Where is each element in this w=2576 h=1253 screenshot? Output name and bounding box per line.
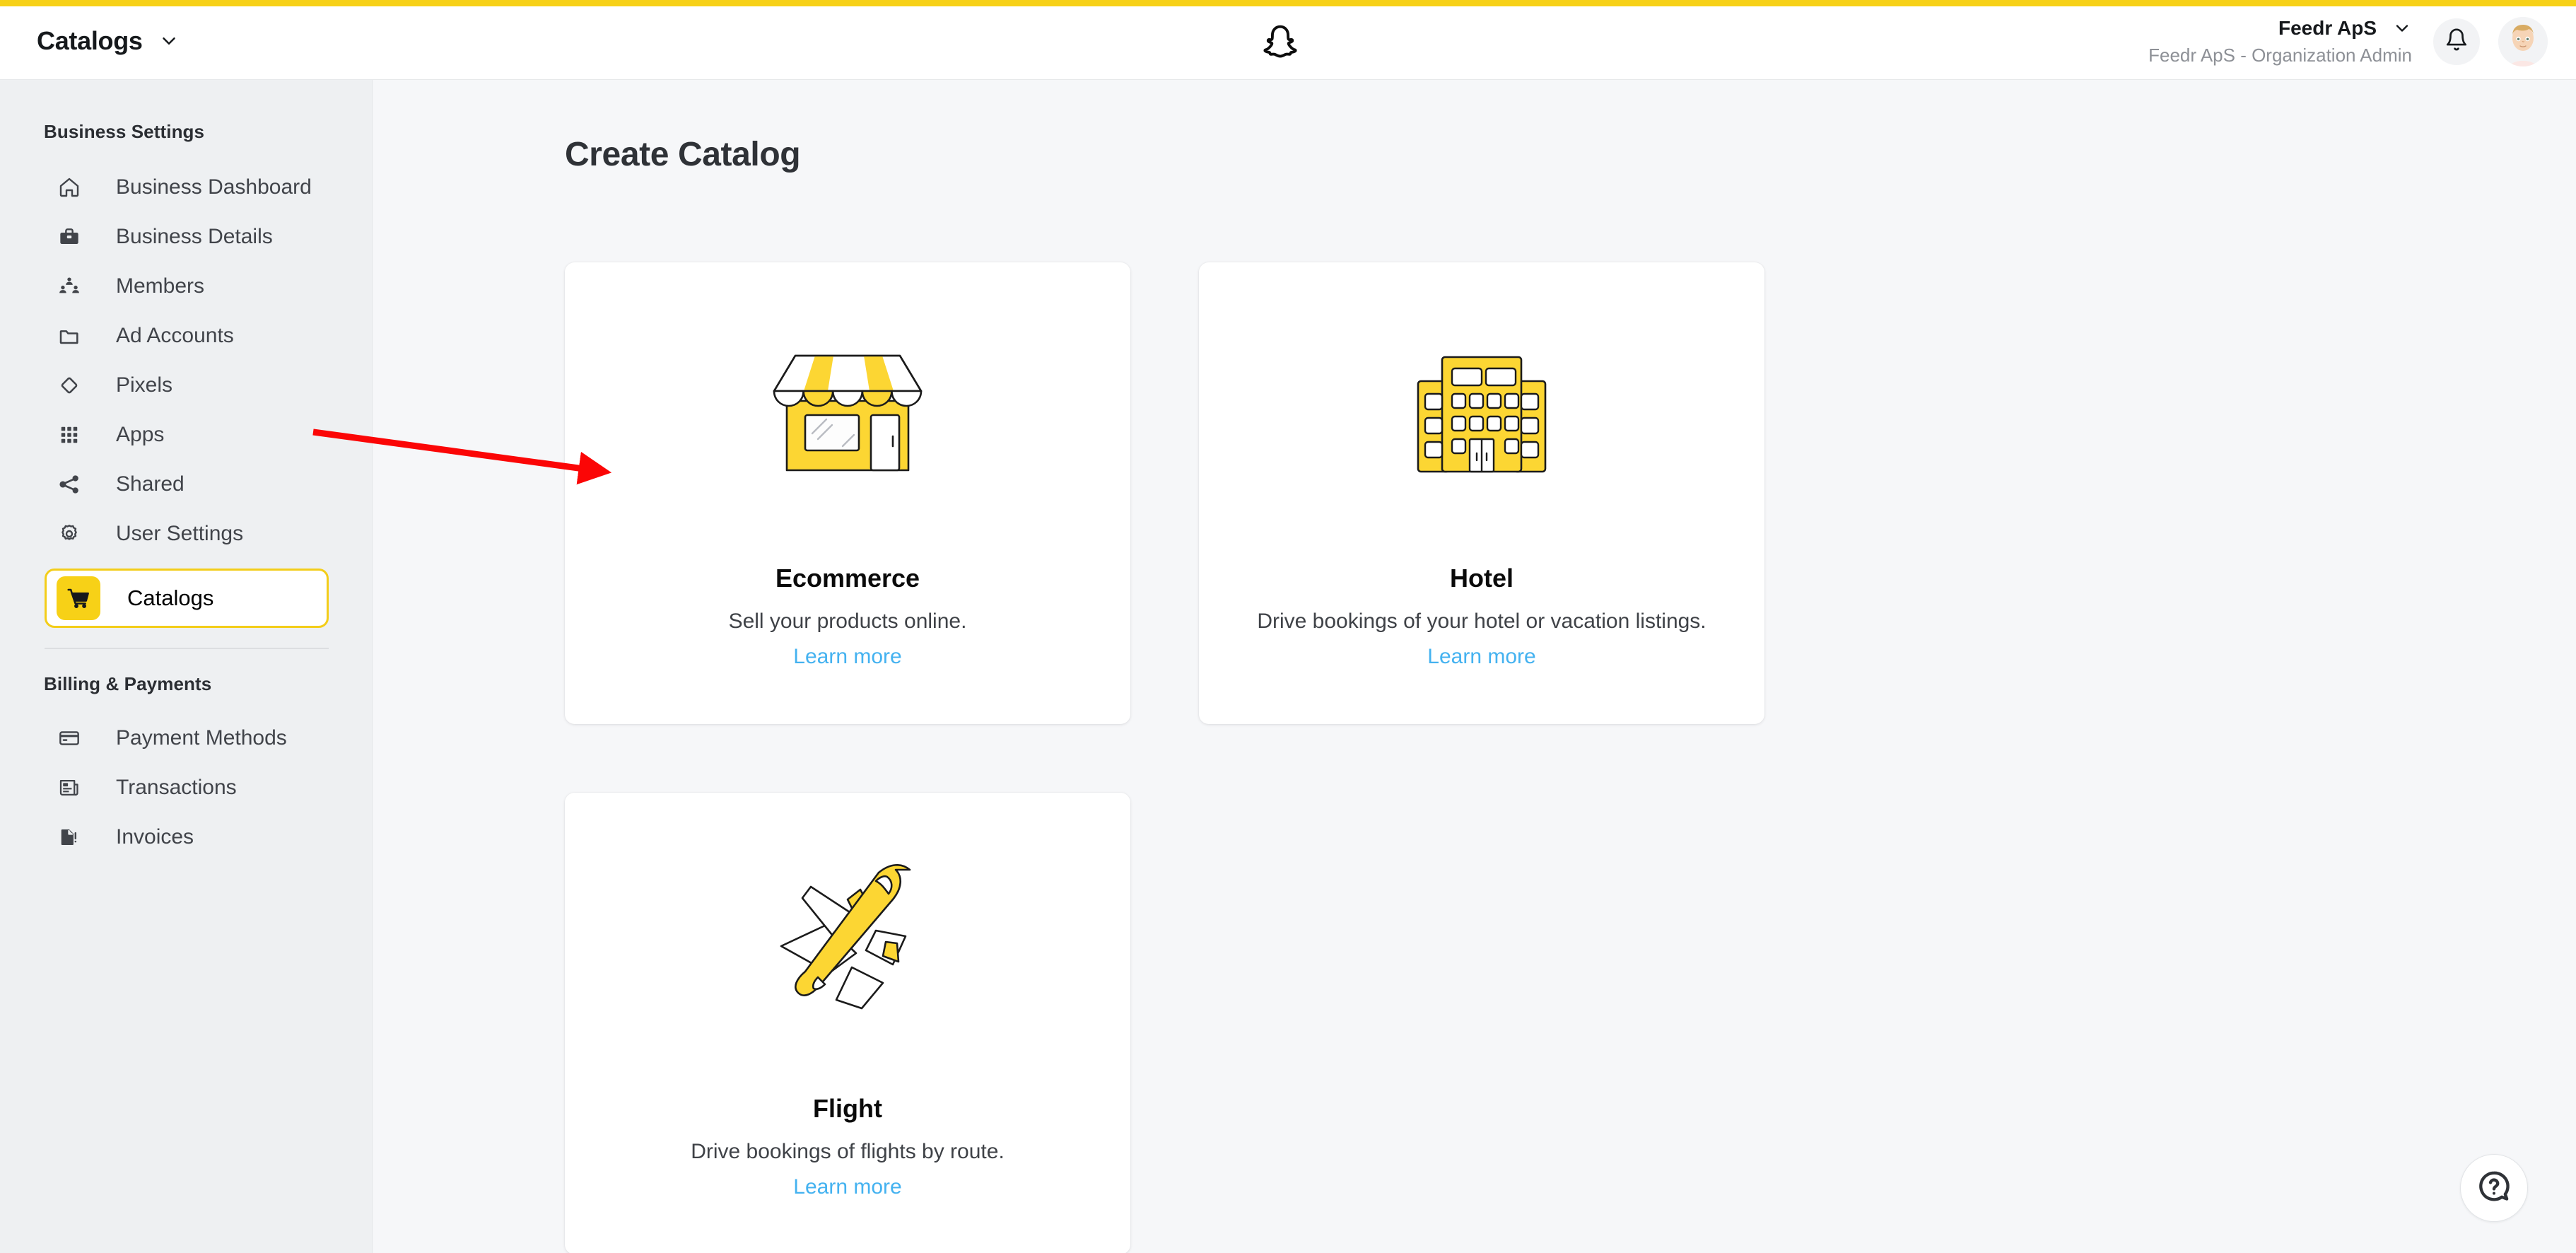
- sidebar-item-ad-accounts[interactable]: Ad Accounts: [0, 311, 372, 361]
- learn-more-link[interactable]: Learn more: [1427, 645, 1535, 669]
- catalog-card-title: Hotel: [1450, 564, 1514, 593]
- sidebar-item-label: User Settings: [116, 522, 244, 545]
- sidebar-navigation: Business Settings Business Dashboard Bus…: [0, 80, 373, 1253]
- snapchat-ghost-logo: [1258, 22, 1302, 69]
- brand-accent-stripe: [0, 0, 2576, 6]
- catalog-card-ecommerce[interactable]: Ecommerce Sell your products online. Lea…: [565, 262, 1130, 724]
- sidebar-item-payment-methods[interactable]: Payment Methods: [0, 713, 372, 763]
- sidebar-section-billing-payments: Billing & Payments: [44, 673, 212, 694]
- sidebar-item-apps[interactable]: Apps: [0, 410, 372, 460]
- organization-name: Feedr ApS: [2278, 17, 2377, 39]
- top-header: Catalogs Feedr ApS Feedr ApS - Organizat…: [0, 6, 2576, 80]
- sidebar-item-label: Ad Accounts: [116, 324, 234, 347]
- sidebar-item-shared[interactable]: Shared: [0, 460, 372, 509]
- header-title-group[interactable]: Catalogs: [37, 26, 180, 56]
- catalog-card-description: Drive bookings of flights by route.: [691, 1140, 1005, 1163]
- organization-role: Feedr ApS - Organization Admin: [2148, 45, 2412, 66]
- sidebar-item-label: Shared: [116, 472, 185, 496]
- page-context-title: Catalogs: [37, 26, 143, 55]
- catalog-card-title: Flight: [813, 1094, 882, 1123]
- catalog-card-hotel[interactable]: Hotel Drive bookings of your hotel or va…: [1199, 262, 1764, 724]
- catalog-card-row: Ecommerce Sell your products online. Lea…: [565, 262, 1764, 724]
- sidebar-item-members[interactable]: Members: [0, 262, 372, 311]
- catalog-card-row: Flight Drive bookings of flights by rout…: [565, 793, 1764, 1253]
- sidebar-item-business-dashboard[interactable]: Business Dashboard: [0, 163, 372, 212]
- avatar[interactable]: [2498, 16, 2548, 66]
- chevron-down-icon[interactable]: [2392, 18, 2412, 38]
- members-icon: [55, 272, 83, 301]
- sidebar-item-label: Payment Methods: [116, 726, 287, 750]
- shopping-cart-icon: [57, 576, 100, 620]
- help-button[interactable]: [2460, 1154, 2528, 1222]
- user-avatar-illustration: [2498, 16, 2548, 66]
- sidebar-item-catalogs[interactable]: Catalogs: [45, 569, 329, 628]
- catalog-card-flight[interactable]: Flight Drive bookings of flights by rout…: [565, 793, 1130, 1253]
- receipt-icon: [55, 774, 83, 802]
- share-icon: [55, 470, 83, 499]
- chevron-down-icon[interactable]: [158, 30, 180, 52]
- gear-icon: [55, 520, 83, 548]
- sidebar-item-label: Invoices: [116, 825, 194, 849]
- grid-icon: [55, 421, 83, 449]
- invoice-document-icon: [55, 823, 83, 851]
- notifications-button[interactable]: [2433, 18, 2480, 65]
- sidebar-item-business-details[interactable]: Business Details: [0, 212, 372, 262]
- storefront-illustration: [761, 346, 934, 480]
- sidebar-item-pixels[interactable]: Pixels: [0, 361, 372, 410]
- sidebar-item-label: Transactions: [116, 776, 237, 799]
- bell-icon: [2445, 28, 2469, 55]
- home-icon: [55, 173, 83, 202]
- sidebar-item-transactions[interactable]: Transactions: [0, 763, 372, 812]
- main-content: Create Catalog Ecommerce Sell your produ…: [373, 80, 2576, 1253]
- learn-more-link[interactable]: Learn more: [793, 645, 901, 669]
- sidebar-item-label: Business Details: [116, 225, 273, 248]
- catalog-card-description: Sell your products online.: [728, 610, 967, 633]
- catalog-type-grid: Ecommerce Sell your products online. Lea…: [565, 262, 1764, 1253]
- airplane-illustration: [768, 864, 927, 1010]
- page-title: Create Catalog: [565, 136, 801, 173]
- learn-more-link[interactable]: Learn more: [793, 1175, 901, 1199]
- sidebar-item-user-settings[interactable]: User Settings: [0, 509, 372, 559]
- sidebar-section-business-settings: Business Settings: [44, 121, 205, 142]
- sidebar-item-label: Members: [116, 274, 205, 298]
- credit-card-icon: [55, 724, 83, 752]
- sidebar-item-label: Business Dashboard: [116, 175, 312, 199]
- sidebar-item-label: Pixels: [116, 373, 173, 397]
- catalog-card-title: Ecommerce: [775, 564, 920, 593]
- app-root: Catalogs Feedr ApS Feedr ApS - Organizat…: [0, 0, 2576, 1253]
- header-account-group: Feedr ApS Feedr ApS - Organization Admin: [2148, 16, 2548, 67]
- organization-switcher[interactable]: Feedr ApS Feedr ApS - Organization Admin: [2148, 16, 2415, 67]
- sidebar-item-invoices[interactable]: Invoices: [0, 812, 372, 862]
- briefcase-icon: [55, 223, 83, 251]
- catalog-card-description: Drive bookings of your hotel or vacation…: [1257, 610, 1706, 633]
- question-mark-chat-icon: [2476, 1169, 2512, 1208]
- sidebar-item-label: Catalogs: [127, 585, 214, 610]
- hotel-building-illustration: [1412, 346, 1551, 480]
- sidebar-item-label: Apps: [116, 423, 165, 446]
- diamond-icon: [55, 371, 83, 400]
- folder-icon: [55, 322, 83, 350]
